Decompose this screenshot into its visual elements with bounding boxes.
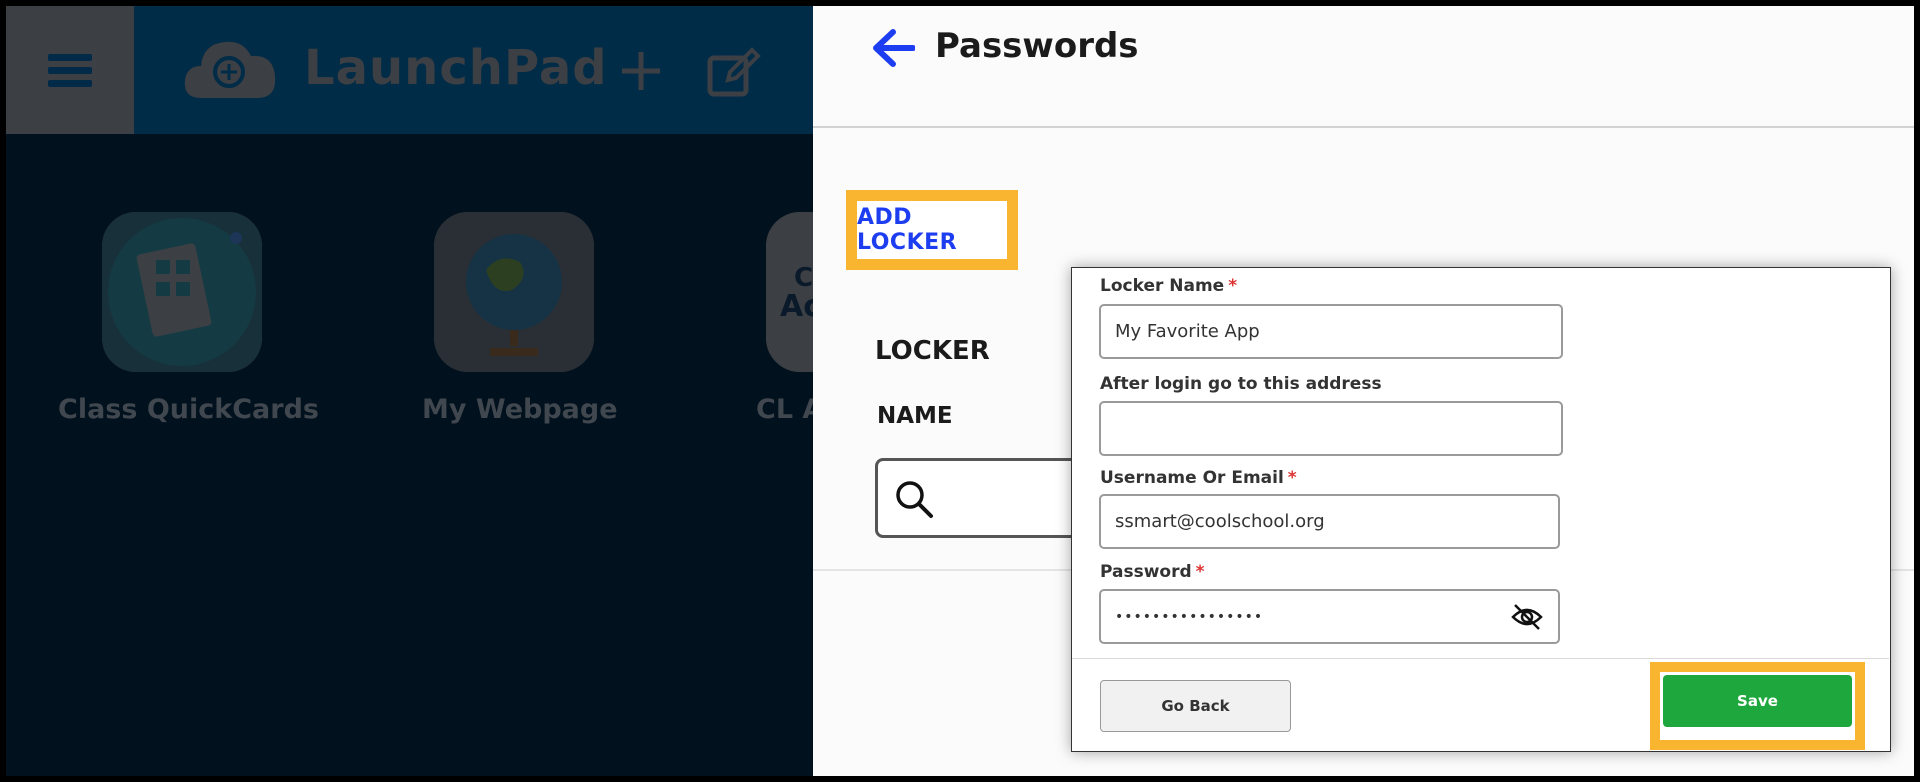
- after-login-label: After login go to this address: [1100, 374, 1382, 394]
- required-marker: *: [1287, 468, 1297, 488]
- save-highlight: Save: [1650, 662, 1865, 750]
- username-field[interactable]: ssmart@coolschool.org: [1099, 494, 1560, 549]
- class-quickcards-tile[interactable]: [102, 212, 262, 372]
- globe-icon: [434, 212, 594, 372]
- launchpad-background: LaunchPad Class QuickCards My Webpage C …: [6, 6, 813, 776]
- add-locker-dialog: Locker Name * My Favorite App After login…: [1071, 267, 1891, 752]
- edit-icon[interactable]: [706, 46, 762, 98]
- password-field[interactable]: ••••••••••••••••: [1099, 589, 1560, 644]
- panel-header: Passwords: [813, 6, 1914, 128]
- page-title: Passwords: [935, 26, 1139, 66]
- tile-label: Class QuickCards: [58, 394, 319, 425]
- add-locker-label: ADD LOCKER: [857, 205, 958, 255]
- after-login-address-field[interactable]: [1099, 401, 1563, 456]
- hamburger-icon: [48, 48, 92, 93]
- required-marker: *: [1228, 276, 1238, 296]
- required-marker: *: [1195, 562, 1205, 582]
- search-icon: [896, 481, 933, 518]
- hamburger-menu-button[interactable]: [6, 6, 134, 134]
- app-header: LaunchPad: [6, 6, 813, 134]
- plus-icon[interactable]: [620, 50, 662, 92]
- back-arrow-icon[interactable]: [871, 28, 915, 68]
- password-label: Password *: [1100, 562, 1205, 582]
- save-button[interactable]: Save: [1663, 675, 1852, 727]
- hide-password-icon[interactable]: [1510, 601, 1544, 633]
- app-title: LaunchPad: [304, 40, 608, 96]
- go-back-button[interactable]: Go Back: [1100, 680, 1291, 732]
- tile-label: My Webpage: [422, 394, 618, 425]
- tile-label: CL A: [756, 394, 813, 425]
- locker-name-label: Locker Name *: [1100, 276, 1238, 296]
- quickcards-icon: [102, 212, 262, 372]
- locker-name-field[interactable]: My Favorite App: [1099, 304, 1563, 359]
- svg-text:Ac: Ac: [780, 289, 813, 324]
- name-column-heading: NAME: [877, 403, 953, 429]
- cl-app-tile[interactable]: Cl Ac: [766, 212, 813, 372]
- username-label: Username Or Email *: [1100, 468, 1297, 488]
- locker-heading: LOCKER: [875, 336, 990, 366]
- my-webpage-tile[interactable]: [434, 212, 594, 372]
- divider: [1072, 658, 1889, 659]
- add-locker-button[interactable]: ADD LOCKER: [846, 190, 1018, 270]
- cl-app-icon: Cl Ac: [766, 212, 813, 372]
- cloud-logo-icon: [184, 41, 276, 98]
